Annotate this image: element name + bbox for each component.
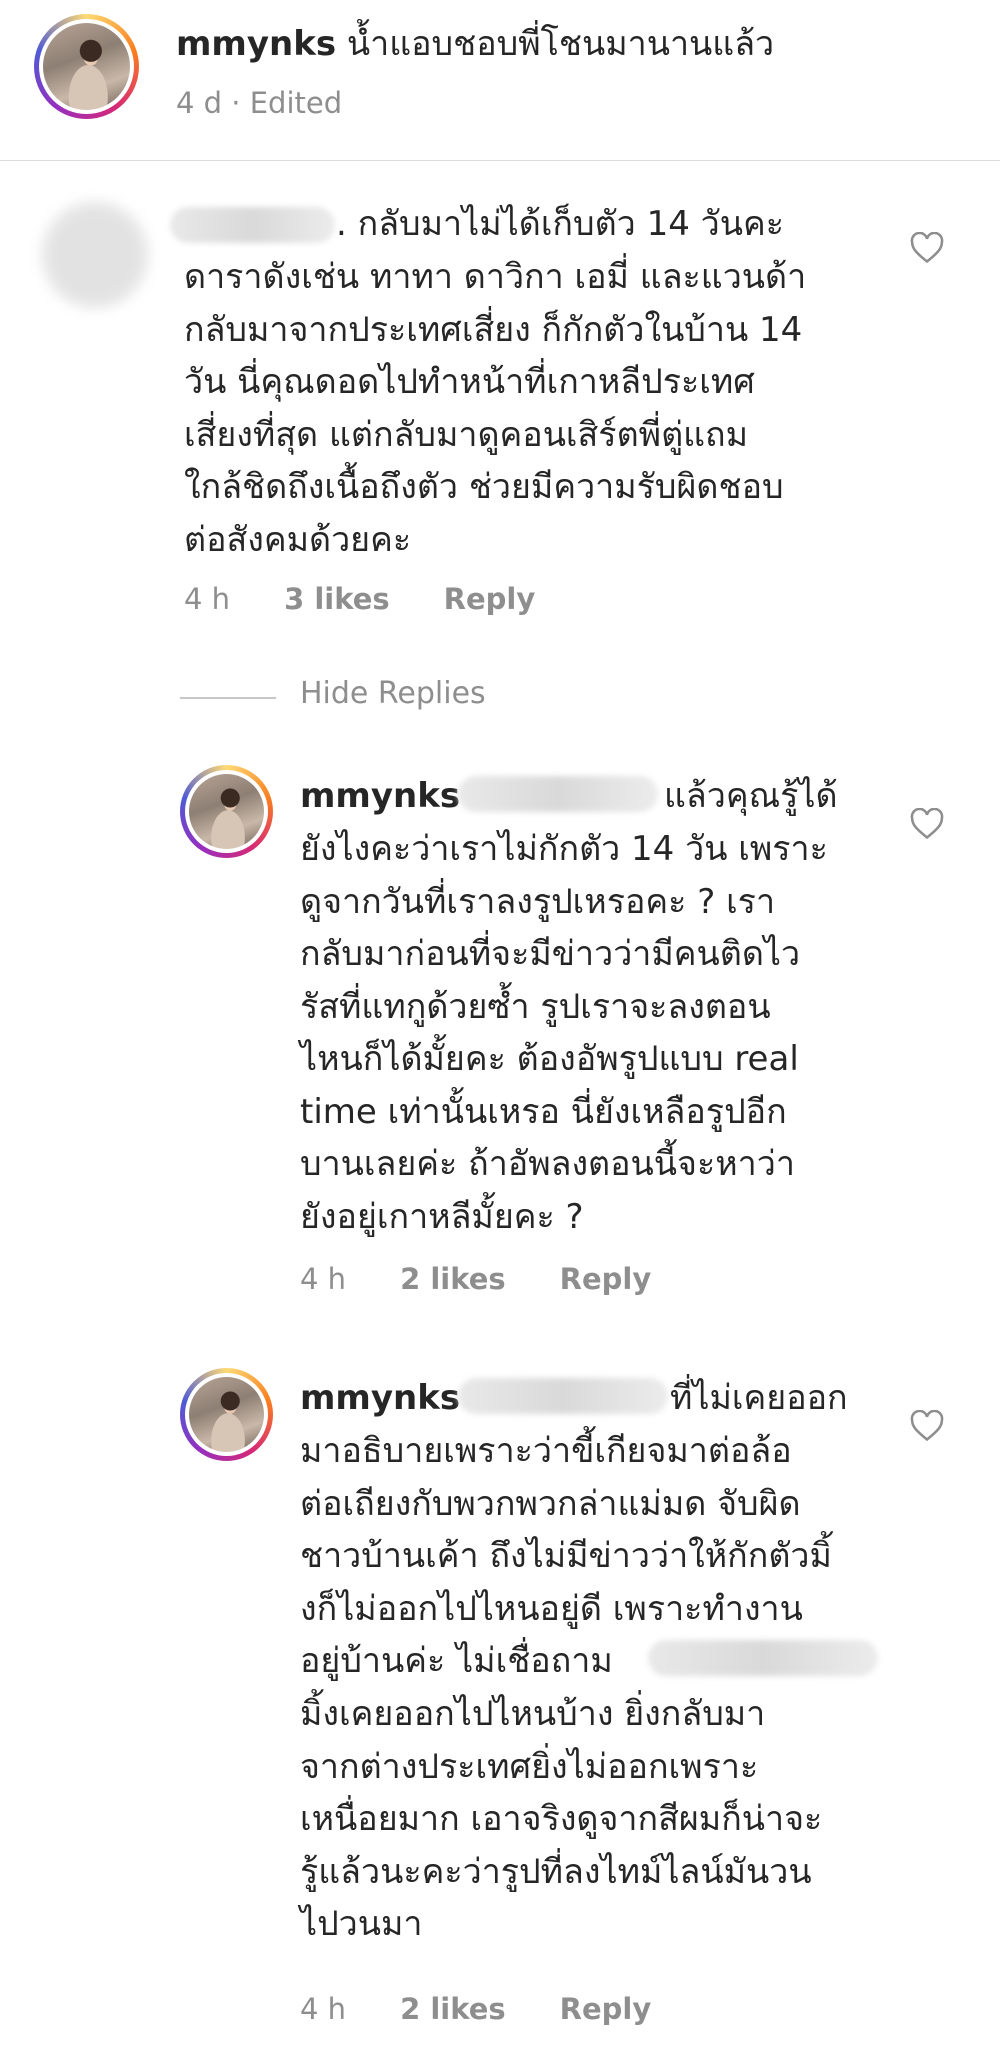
reply-meta: 4 h 2 likes Reply bbox=[300, 1262, 651, 1296]
reply-first-text: ที่ไม่เคยออก bbox=[670, 1378, 848, 1418]
reply-likes[interactable]: 2 likes bbox=[400, 1992, 506, 2026]
reply-body: มาอธิบายเพราะว่าขี้เกียจมาต่อล้อ ต่อเถีย… bbox=[300, 1431, 832, 1629]
comment-likes[interactable]: 3 likes bbox=[284, 582, 390, 616]
heart-icon[interactable] bbox=[910, 232, 944, 264]
redacted-mention bbox=[458, 776, 658, 812]
comment-meta: 4 h 3 likes Reply bbox=[184, 582, 535, 616]
caption-avatar[interactable] bbox=[34, 14, 139, 119]
caption-line: mmynks น้ำแอบชอบพี่โชนมานานแล้ว bbox=[176, 18, 774, 71]
reply-reply-button[interactable]: Reply bbox=[560, 1262, 652, 1296]
reply-body-continued: มิ้งเคยออกไปไหนบ้าง ยิ่งกลับมา จากต่างปร… bbox=[300, 1694, 823, 1944]
comment-reply-button[interactable]: Reply bbox=[444, 582, 536, 616]
reply-username[interactable]: mmynks bbox=[300, 776, 460, 816]
comment-first-line: . กลับมาไม่ได้เก็บตัว 14 วันคะ bbox=[336, 204, 784, 244]
caption-time: 4 d bbox=[176, 86, 223, 120]
caption-username[interactable]: mmynks bbox=[176, 24, 336, 64]
reply-body: ยังไงคะว่าเราไม่กักตัว 14 วัน เพราะ ดูจา… bbox=[300, 829, 828, 1237]
redacted-avatar bbox=[40, 200, 150, 310]
caption-text: น้ำแอบชอบพี่โชนมานานแล้ว bbox=[346, 24, 775, 64]
caption-edited: Edited bbox=[249, 86, 343, 120]
reply-first-line: mmynks bbox=[300, 1372, 460, 1425]
caption-separator: · bbox=[222, 86, 250, 120]
reply-time: 4 h bbox=[300, 1262, 347, 1296]
reply-time: 4 h bbox=[300, 1992, 347, 2026]
caption-meta: 4 d · Edited bbox=[176, 86, 342, 120]
reply-avatar[interactable] bbox=[180, 765, 273, 858]
caption-divider bbox=[0, 160, 1000, 161]
reply-first-text: แล้วคุณรู้ได้ bbox=[664, 776, 838, 816]
reply-reply-button[interactable]: Reply bbox=[560, 1992, 652, 2026]
redacted-username bbox=[170, 207, 335, 243]
reply-likes[interactable]: 2 likes bbox=[400, 1262, 506, 1296]
comment-body: ดาราดังเช่น ทาทา ดาวิกา เอมี่ และแวนด้า … bbox=[184, 257, 807, 560]
hide-replies-button[interactable]: Hide Replies bbox=[300, 676, 486, 711]
avatar-photo bbox=[43, 23, 130, 110]
redacted-mention bbox=[458, 1378, 668, 1414]
reply-meta: 4 h 2 likes Reply bbox=[300, 1992, 651, 2026]
avatar-photo bbox=[189, 1377, 264, 1452]
reply-avatar[interactable] bbox=[180, 1368, 273, 1461]
reply-username[interactable]: mmynks bbox=[300, 1378, 460, 1418]
avatar-photo bbox=[189, 774, 264, 849]
hide-replies-line bbox=[180, 697, 276, 699]
heart-icon[interactable] bbox=[910, 808, 944, 840]
heart-icon[interactable] bbox=[910, 1410, 944, 1442]
reply-mid-line: อยู่บ้านค่ะ ไม่เชื่อถาม bbox=[300, 1641, 613, 1681]
redacted-mention bbox=[648, 1640, 878, 1676]
comment-time: 4 h bbox=[184, 582, 231, 616]
reply-first-line: mmynks bbox=[300, 770, 460, 823]
